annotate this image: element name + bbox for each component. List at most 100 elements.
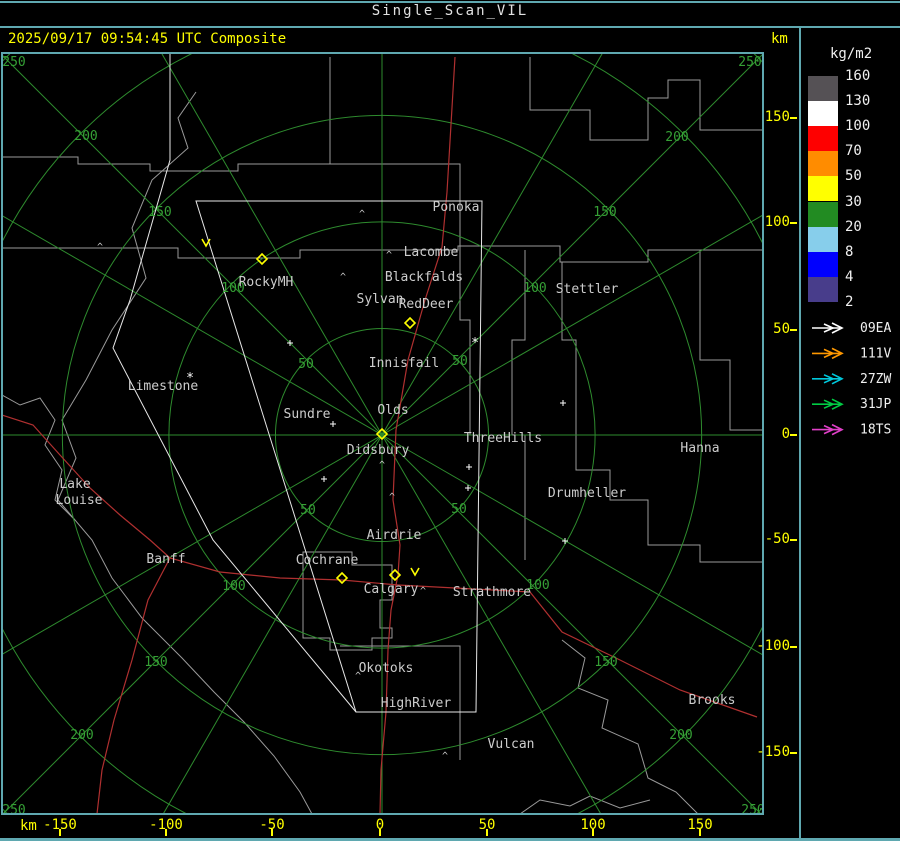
- storm-vector-icon: [410, 567, 420, 577]
- radial-line: [381, 434, 762, 655]
- radial-line: [163, 434, 383, 813]
- summit-marker-icon: ^: [442, 751, 448, 762]
- radial-line: [3, 434, 383, 655]
- range-ring-label: 200: [665, 130, 688, 145]
- range-ring-label: 50: [452, 354, 468, 369]
- radar-id-row: 18TS: [812, 423, 891, 438]
- right-axis-tick-label: 100: [764, 214, 790, 230]
- right-axis-tick-mark: [790, 539, 797, 541]
- color-scale-value: 8: [845, 243, 854, 260]
- range-ring-250km: [3, 54, 762, 813]
- county-boundary-line: [520, 795, 651, 813]
- city-label: Olds: [377, 403, 408, 418]
- range-ring-label: 150: [148, 205, 171, 220]
- color-scale-value: 160: [845, 68, 871, 84]
- bottom-axis-tick-mark: [592, 829, 594, 836]
- range-ring-label: 250: [2, 803, 25, 818]
- county-boundary-line: [561, 639, 698, 813]
- city-label: Sundre: [284, 407, 331, 422]
- city-label: Banff: [146, 552, 185, 567]
- city-label: Vulcan: [488, 737, 535, 752]
- right-axis-tick-mark: [790, 329, 797, 331]
- radar-id-label: 18TS: [860, 423, 891, 438]
- range-ring-label: 250: [741, 803, 764, 818]
- color-scale-value: 130: [845, 93, 871, 110]
- town-marker-icon: [466, 464, 472, 470]
- right-axis-tick-label: -100: [756, 638, 790, 654]
- bottom-axis-tick-mark: [379, 829, 381, 836]
- city-label: RockyMH: [239, 275, 294, 290]
- color-scale-value: 20: [845, 218, 862, 235]
- city-label: Airdrie: [367, 528, 422, 543]
- color-scale-swatch: [808, 126, 838, 152]
- color-scale-swatch: [808, 226, 838, 252]
- range-ring-label: 250: [2, 55, 25, 70]
- town-marker-icon: [560, 400, 566, 406]
- city-label: Cochrane: [296, 553, 359, 568]
- radar-id-label: 27ZW: [860, 372, 891, 387]
- range-ring-label: 50: [298, 357, 314, 372]
- right-axis-tick-label: 0: [781, 426, 790, 442]
- summit-marker-icon: ^: [420, 586, 426, 597]
- city-label: Lake: [59, 477, 90, 492]
- range-ring-label: 50: [300, 503, 316, 518]
- bottom-axis-tick-mark: [486, 829, 488, 836]
- radar-map: 25020015010050 50100150200250501001502002…: [1, 52, 764, 818]
- bottom-axis-tick-mark: [271, 829, 273, 836]
- right-axis-tick-label: -150: [756, 744, 790, 760]
- city-label: Innisfail: [369, 356, 439, 371]
- city-label: Lacombe: [404, 245, 459, 260]
- color-scale-value: 70: [845, 143, 862, 160]
- color-scale-swatch: [808, 201, 838, 227]
- county-boundary-line: [3, 156, 330, 172]
- radar-id-row: 31JP: [812, 397, 891, 412]
- city-label: Blackfalds: [385, 270, 463, 285]
- county-boundary-line: [57, 91, 313, 813]
- radar-site-icon: [403, 316, 417, 330]
- summit-marker-icon: ^: [386, 250, 392, 261]
- right-axis-tick-label: -50: [764, 531, 790, 547]
- city-label: ThreeHills: [464, 431, 542, 446]
- radar-id-label: 31JP: [860, 397, 891, 412]
- radial-line: [381, 54, 762, 436]
- city-label: Louise: [56, 493, 103, 508]
- radar-id-legend: 09EA 111V 27ZW 31JP 18TS: [812, 321, 891, 438]
- radar-id-row: 111V: [812, 346, 891, 361]
- color-scale-swatch: [808, 101, 838, 127]
- radar-id-row: 27ZW: [812, 372, 891, 387]
- range-ring-label: 150: [594, 655, 617, 670]
- city-label: Calgary: [364, 582, 419, 597]
- legend-unit-label: kg/m2: [830, 46, 873, 62]
- city-label: Sylvan: [357, 292, 404, 307]
- summit-marker-icon: ^: [340, 272, 346, 283]
- right-axis-tick-label: 150: [764, 109, 790, 125]
- color-scale-value: 50: [845, 168, 862, 185]
- asterisk-marker-icon: *: [471, 336, 479, 351]
- color-scale-swatch: [808, 76, 838, 102]
- radar-id-label: 111V: [860, 346, 891, 361]
- city-label: Stettler: [556, 282, 619, 297]
- range-ring-label: 100: [523, 281, 546, 296]
- color-scale-swatch: [808, 151, 838, 177]
- county-boundary-line: [699, 250, 762, 431]
- range-ring-label: 200: [74, 129, 97, 144]
- city-label: Okotoks: [359, 661, 414, 676]
- radial-line: [381, 215, 762, 436]
- right-axis-tick-mark: [790, 752, 797, 754]
- right-axis-tick-mark: [790, 646, 797, 648]
- color-scale-swatch: [808, 176, 838, 202]
- county-boundary-line: [529, 57, 762, 141]
- storm-vector-icon: [201, 238, 211, 248]
- highway-line: [96, 557, 171, 813]
- range-ring-label: 150: [144, 655, 167, 670]
- city-label: Ponoka: [433, 200, 480, 215]
- range-ring-label: 200: [70, 728, 93, 743]
- summit-marker-icon: ^: [355, 671, 361, 682]
- city-label: HighRiver: [381, 696, 452, 711]
- summit-marker-icon: ^: [359, 209, 365, 220]
- range-ring-label: 250: [738, 55, 761, 70]
- city-label: RedDeer: [399, 297, 454, 312]
- bottom-axis-tick-mark: [699, 829, 701, 836]
- summit-marker-icon: ^: [379, 460, 385, 471]
- right-axis-tick-mark: [790, 222, 797, 224]
